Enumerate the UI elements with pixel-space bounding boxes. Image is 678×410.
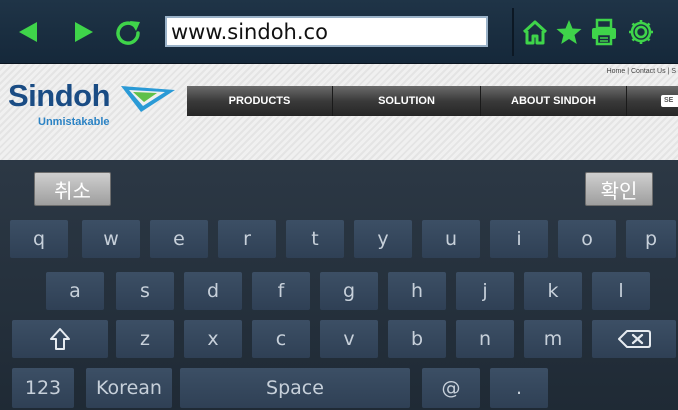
key-v[interactable]: v xyxy=(320,320,378,358)
print-icon[interactable] xyxy=(590,18,618,46)
key-w[interactable]: w xyxy=(82,220,140,258)
site-top-links[interactable]: Home | Contact Us | S xyxy=(607,68,676,75)
key-u[interactable]: u xyxy=(422,220,480,258)
key-c[interactable]: c xyxy=(252,320,310,358)
site-navigation-bar: PRODUCTS SOLUTION ABOUT SINDOH SE xyxy=(187,86,678,116)
confirm-button[interactable]: 확인 xyxy=(585,172,653,206)
browser-toolbar: www.sindoh.co xyxy=(0,0,678,64)
key-n[interactable]: n xyxy=(456,320,514,358)
at-key[interactable]: @ xyxy=(422,368,480,408)
url-text: www.sindoh.co xyxy=(171,19,328,44)
key-s[interactable]: s xyxy=(116,272,174,310)
cancel-button[interactable]: 취소 xyxy=(34,172,111,206)
star-icon[interactable] xyxy=(555,18,583,46)
key-k[interactable]: k xyxy=(524,272,582,310)
key-r[interactable]: r xyxy=(218,220,276,258)
key-i[interactable]: i xyxy=(490,220,548,258)
key-o[interactable]: o xyxy=(558,220,616,258)
sindoh-logo[interactable]: Sindoh Unmistakable xyxy=(8,78,175,128)
key-h[interactable]: h xyxy=(388,272,446,310)
key-a[interactable]: a xyxy=(46,272,104,310)
key-b[interactable]: b xyxy=(388,320,446,358)
site-nav-products[interactable]: PRODUCTS xyxy=(187,86,333,116)
shift-arrow-icon xyxy=(50,328,70,350)
dot-key[interactable]: . xyxy=(490,368,548,408)
reload-icon[interactable] xyxy=(114,18,142,46)
site-search-input[interactable]: SE xyxy=(661,95,678,107)
logo-arrow-icon xyxy=(121,86,175,112)
key-l[interactable]: l xyxy=(592,272,650,310)
site-nav-solution[interactable]: SOLUTION xyxy=(333,86,481,116)
key-t[interactable]: t xyxy=(286,220,344,258)
key-q[interactable]: q xyxy=(10,220,68,258)
key-z[interactable]: z xyxy=(116,320,174,358)
logo-tagline: Unmistakable xyxy=(38,116,110,128)
site-nav-about-sindoh[interactable]: ABOUT SINDOH xyxy=(481,86,627,116)
key-d[interactable]: d xyxy=(184,272,242,310)
key-y[interactable]: y xyxy=(354,220,412,258)
site-search-area: SE xyxy=(627,86,678,116)
backspace-icon xyxy=(618,330,651,348)
web-page-viewport[interactable]: Sindoh Unmistakable Home | Contact Us | … xyxy=(0,64,678,160)
back-arrow-icon[interactable] xyxy=(14,18,42,46)
key-g[interactable]: g xyxy=(320,272,378,310)
forward-arrow-icon[interactable] xyxy=(70,18,98,46)
backspace-key[interactable] xyxy=(592,320,676,358)
home-icon[interactable] xyxy=(521,18,549,46)
key-m[interactable]: m xyxy=(524,320,582,358)
key-e[interactable]: e xyxy=(150,220,208,258)
key-p[interactable]: p xyxy=(626,220,676,258)
numbers-key[interactable]: 123 xyxy=(12,368,74,408)
gear-icon[interactable] xyxy=(627,18,655,46)
language-key[interactable]: Korean xyxy=(86,368,172,408)
shift-key[interactable] xyxy=(12,320,108,358)
key-j[interactable]: j xyxy=(456,272,514,310)
logo-wordmark: Sindoh xyxy=(8,78,111,113)
key-f[interactable]: f xyxy=(252,272,310,310)
virtual-keyboard: 취소 확인 q w e r t y u i o p a s d f g h j … xyxy=(0,160,678,410)
key-x[interactable]: x xyxy=(184,320,242,358)
space-key[interactable]: Space xyxy=(180,368,410,408)
toolbar-divider xyxy=(512,8,514,56)
url-input[interactable]: www.sindoh.co xyxy=(165,16,488,47)
